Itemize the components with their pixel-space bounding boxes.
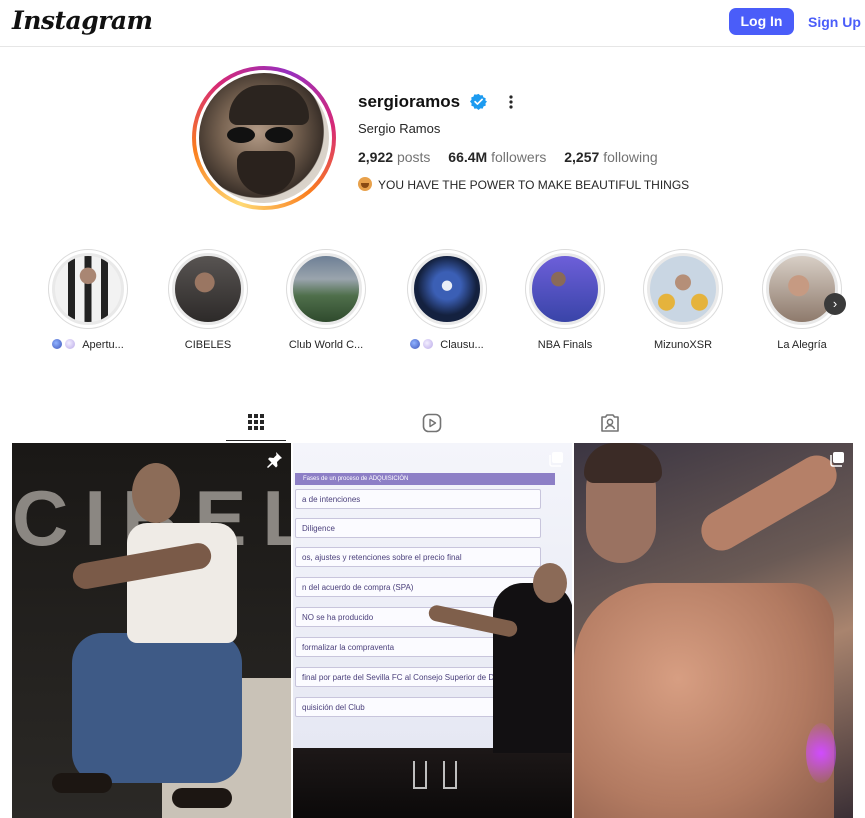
- followers-count[interactable]: 66.4M followers: [448, 149, 546, 165]
- post-tile[interactable]: Fases de un proceso de ADQUISICIÓN a de …: [293, 443, 572, 818]
- highlight-cover: [290, 253, 362, 325]
- highlight-clausura[interactable]: Clausu...: [392, 249, 502, 352]
- login-button[interactable]: Log In: [729, 8, 794, 35]
- highlight-cover: [52, 253, 124, 325]
- top-bar: Instagram Log In Sign Up: [0, 0, 865, 47]
- highlight-cover: [172, 253, 244, 325]
- verified-badge-icon: [470, 93, 487, 110]
- post-tile[interactable]: CIBELES: [12, 443, 291, 818]
- emoji-icon: [410, 339, 421, 349]
- profile-avatar[interactable]: [192, 66, 336, 210]
- avatar-image: [199, 73, 329, 203]
- carousel-icon: [549, 452, 563, 467]
- profile-full-name: Sergio Ramos: [358, 121, 441, 136]
- emoji-icon: [423, 339, 434, 349]
- highlight-club-world-cup[interactable]: Club World C...: [271, 249, 381, 351]
- instagram-logo[interactable]: Instagram: [12, 6, 153, 35]
- profile-tabs: [12, 405, 852, 441]
- posts-grid: CIBELES Fases de un proceso de ADQUISICI…: [12, 443, 853, 818]
- highlight-cover: [766, 253, 838, 325]
- lion-face-emoji-icon: [358, 177, 372, 191]
- profile-username: sergioramos: [358, 92, 461, 111]
- emoji-icon: [65, 339, 76, 349]
- profile-bio: YOU HAVE THE POWER TO MAKE BEAUTIFUL THI…: [358, 177, 689, 192]
- highlight-cibeles[interactable]: CIBELES: [153, 249, 263, 351]
- pinned-icon: [267, 452, 282, 468]
- post-tile[interactable]: [574, 443, 853, 818]
- highlight-cover: [411, 253, 483, 325]
- emoji-icon: [52, 339, 63, 349]
- tab-posts[interactable]: [226, 405, 286, 441]
- following-count[interactable]: 2,257 following: [564, 149, 657, 165]
- reels-icon: [422, 413, 442, 433]
- carousel-icon: [830, 452, 844, 467]
- highlight-mizunoxsr[interactable]: MizunoXSR: [628, 249, 738, 351]
- highlights-next-button[interactable]: ›: [824, 293, 846, 315]
- highlight-aperture[interactable]: Apertu...: [33, 249, 143, 352]
- highlight-nba-finals[interactable]: NBA Finals: [510, 249, 620, 351]
- profile-stats: 2,922 posts 66.4M followers 2,257 follow…: [358, 149, 672, 165]
- highlight-cover: [647, 253, 719, 325]
- tab-tagged[interactable]: [580, 405, 640, 441]
- highlight-cover: [529, 253, 601, 325]
- more-options-icon[interactable]: [505, 93, 517, 111]
- chevron-right-icon: ›: [832, 296, 838, 311]
- posts-count: 2,922 posts: [358, 149, 431, 165]
- tab-reels[interactable]: [402, 405, 462, 441]
- tagged-icon: [601, 414, 619, 432]
- grid-icon: [248, 414, 264, 430]
- signup-link[interactable]: Sign Up: [808, 14, 861, 30]
